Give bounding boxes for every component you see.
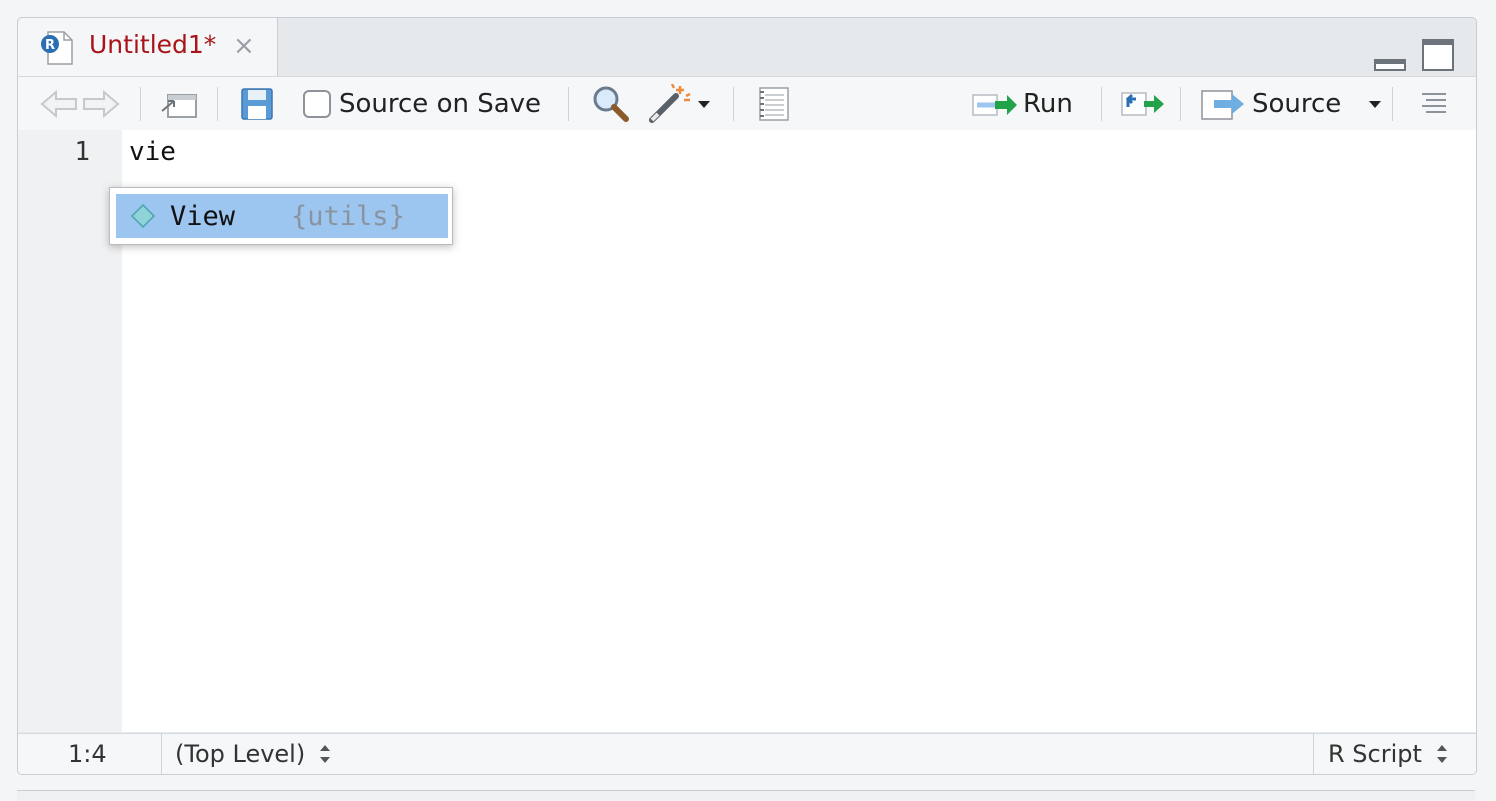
svg-text:R: R	[45, 38, 55, 53]
chevron-down-icon	[1369, 100, 1381, 108]
compile-report-button[interactable]	[756, 77, 792, 130]
scope-label: (Top Level)	[175, 740, 306, 768]
source-on-save-checkbox[interactable]	[303, 89, 331, 118]
forward-arrow-icon	[83, 89, 120, 118]
r-file-icon: R	[41, 31, 73, 65]
code-tools-button[interactable]	[648, 77, 712, 130]
code-line[interactable]: vie	[129, 137, 176, 167]
updown-arrows-icon	[1436, 745, 1447, 763]
line-number: 1	[74, 137, 90, 167]
back-arrow-icon	[40, 89, 77, 118]
tab-untitled1[interactable]: R Untitled1* ×	[18, 18, 278, 76]
show-in-new-window-button[interactable]	[160, 77, 198, 130]
source-pane: R Untitled1* × Source on Save Run Source…	[17, 17, 1477, 775]
code-editor[interactable]: 1 vie View {utils}	[18, 130, 1476, 732]
save-disk-icon	[241, 87, 273, 120]
status-bar: 1:4 (Top Level) R Script	[18, 733, 1476, 774]
magic-wand-icon	[649, 83, 691, 123]
updown-arrows-icon	[320, 745, 331, 763]
back-button[interactable]	[40, 77, 78, 130]
run-label: Run	[1023, 88, 1073, 119]
forward-button[interactable]	[82, 77, 120, 130]
tab-title: Untitled1*	[89, 30, 217, 59]
outline-lines-icon	[1422, 92, 1446, 113]
source-label: Source	[1252, 88, 1342, 119]
source-on-save-toggle[interactable]: Source on Save	[303, 77, 541, 130]
file-type-label: R Script	[1328, 740, 1422, 768]
run-arrow-icon	[972, 93, 1017, 116]
run-button[interactable]: Run	[971, 77, 1073, 130]
source-button[interactable]: Source	[1200, 77, 1341, 130]
chevron-down-icon	[698, 100, 710, 108]
source-options-dropdown[interactable]	[1367, 77, 1383, 130]
autocomplete-item[interactable]: View {utils}	[116, 194, 448, 238]
rerun-button[interactable]	[1120, 77, 1168, 130]
minimize-pane-icon[interactable]	[1374, 48, 1406, 72]
autocomplete-item-package: {utils}	[291, 200, 405, 232]
scope-selector[interactable]: (Top Level)	[175, 734, 331, 774]
function-icon	[130, 203, 156, 229]
file-type-selector[interactable]: R Script	[1328, 734, 1448, 774]
notebook-icon	[759, 86, 789, 121]
cursor-position-label: 1:4	[68, 740, 107, 768]
rerun-icon	[1121, 91, 1164, 116]
tab-bar: R Untitled1* ×	[18, 18, 1476, 76]
popout-window-icon	[161, 93, 197, 118]
editor-toolbar: Source on Save Run Source	[18, 76, 1476, 131]
close-tab-icon[interactable]: ×	[233, 31, 255, 61]
magnifier-icon	[593, 86, 629, 122]
autocomplete-item-name: View	[170, 200, 236, 232]
source-arrow-icon	[1201, 89, 1244, 120]
cursor-position: 1:4	[68, 734, 107, 774]
save-button[interactable]	[240, 77, 274, 130]
source-on-save-label: Source on Save	[339, 88, 542, 119]
line-number-gutter: 1	[18, 130, 122, 732]
maximize-pane-icon[interactable]	[1422, 38, 1454, 72]
find-replace-button[interactable]	[590, 77, 630, 130]
document-outline-button[interactable]	[1416, 77, 1448, 130]
autocomplete-popup: View {utils}	[109, 187, 453, 245]
